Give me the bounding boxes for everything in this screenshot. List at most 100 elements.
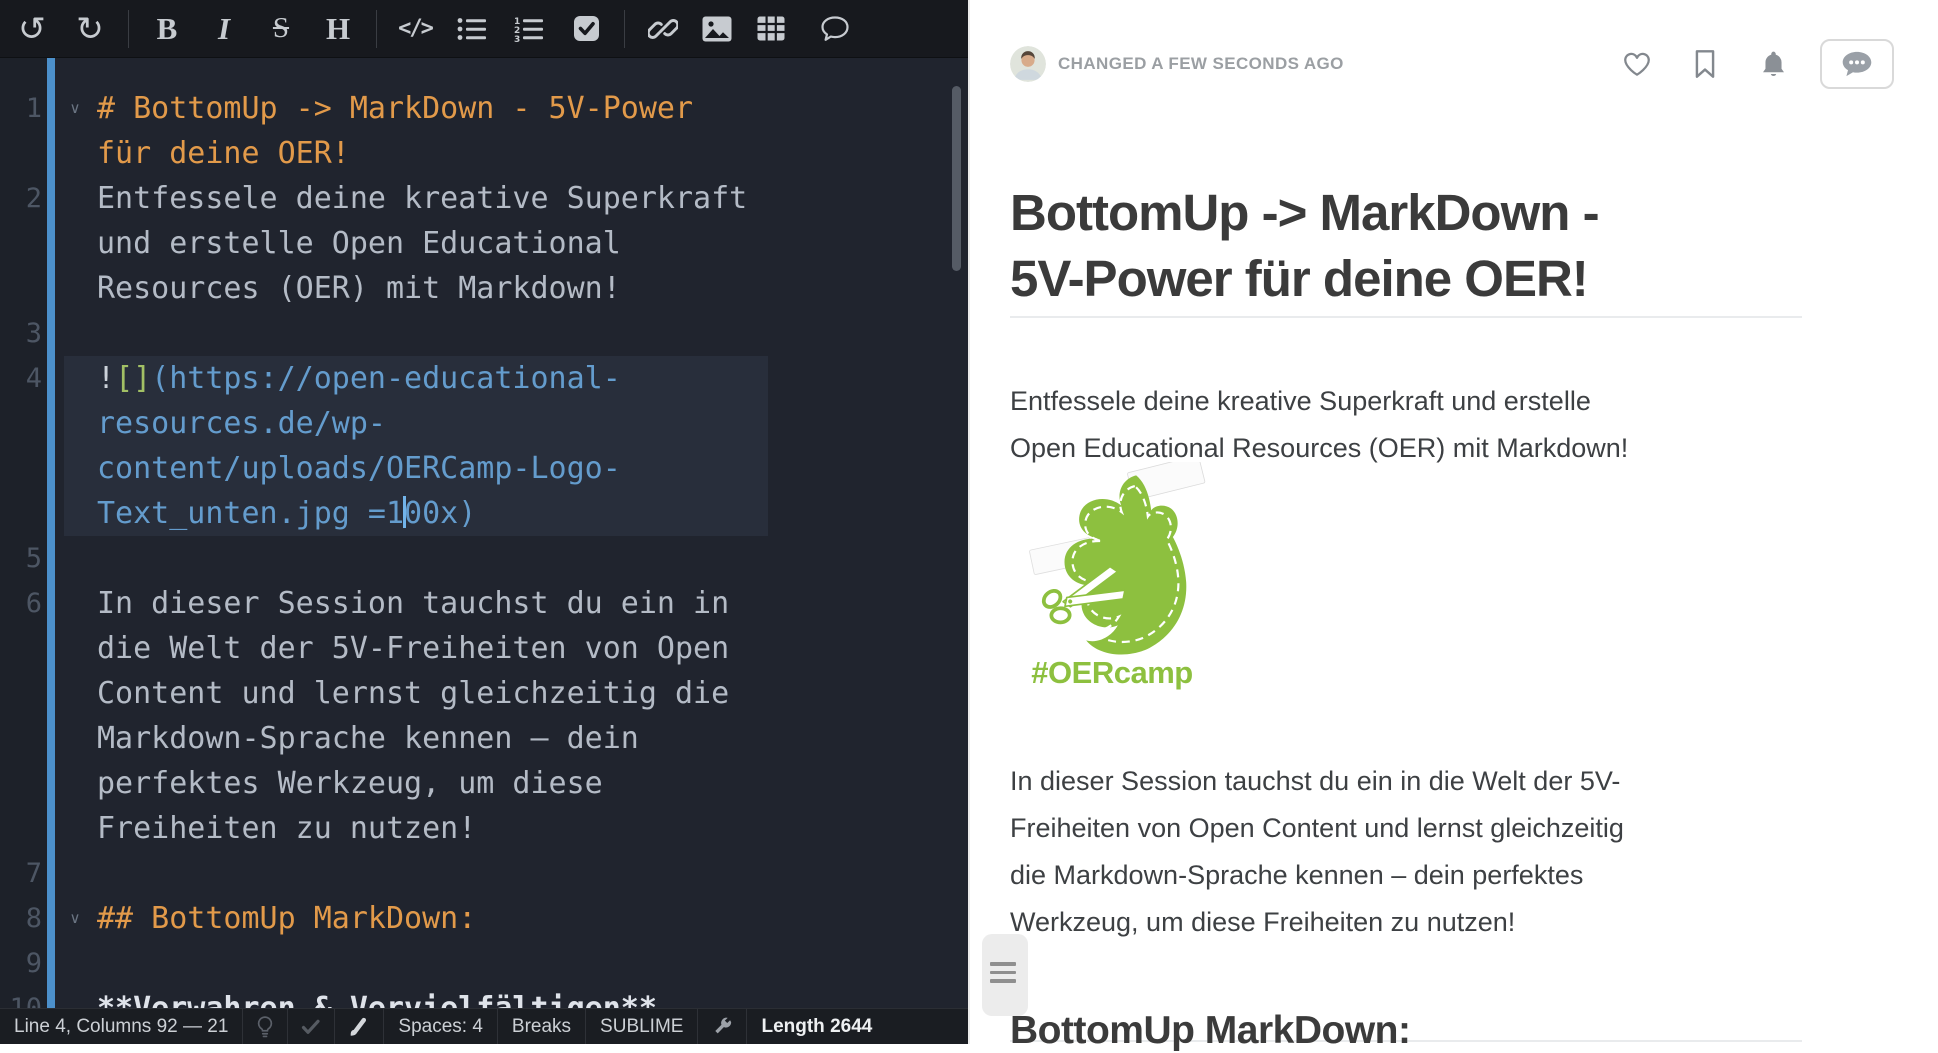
- code-block-icon[interactable]: </>: [393, 7, 437, 51]
- bold-icon[interactable]: B: [145, 7, 189, 51]
- line-number: 3: [0, 311, 44, 356]
- code-text: ![](https://open-educational-: [90, 356, 768, 401]
- fold-gutter: [60, 221, 90, 266]
- code-text: content/uploads/OERCamp-Logo-: [90, 446, 768, 491]
- bookmark-icon[interactable]: [1688, 47, 1722, 81]
- line-number: [0, 491, 44, 536]
- editor-row[interactable]: resources.de/wp-: [0, 401, 968, 446]
- editor-row[interactable]: und erstelle Open Educational: [0, 221, 968, 266]
- lightbulb-icon[interactable]: [243, 1009, 288, 1044]
- fold-chevron-icon[interactable]: ∨: [60, 86, 90, 131]
- editor-row[interactable]: 7: [0, 851, 968, 896]
- check-list-icon[interactable]: [564, 7, 608, 51]
- fold-gutter: [60, 716, 90, 761]
- fold-gutter: [60, 626, 90, 671]
- strikethrough-icon[interactable]: S: [259, 7, 303, 51]
- paintbrush-icon[interactable]: [335, 1009, 384, 1044]
- line-number: [0, 401, 44, 446]
- link-icon[interactable]: [641, 7, 685, 51]
- line-number: 5: [0, 536, 44, 581]
- code-text: perfektes Werkzeug, um diese: [90, 761, 768, 806]
- editor-scrollbar[interactable]: [952, 86, 961, 271]
- line-number: 1: [0, 86, 44, 131]
- editor-row[interactable]: Content und lernst gleichzeitig die: [0, 671, 968, 716]
- line-number: [0, 761, 44, 806]
- editor-row[interactable]: Markdown-Sprache kennen – dein: [0, 716, 968, 761]
- editor-row[interactable]: 4![](https://open-educational-: [0, 356, 968, 401]
- breaks-setting[interactable]: Breaks: [498, 1009, 586, 1044]
- undo-icon[interactable]: ↺: [10, 7, 54, 51]
- code-text: für deine OER!: [90, 131, 768, 176]
- wrench-icon[interactable]: [698, 1009, 747, 1044]
- toc-toggle-handle[interactable]: [982, 934, 1028, 1016]
- code-text: ## BottomUp MarkDown:: [90, 896, 768, 941]
- line-number: 8: [0, 896, 44, 941]
- unordered-list-icon[interactable]: [450, 7, 494, 51]
- line-number: 2: [0, 176, 44, 221]
- italic-icon[interactable]: I: [202, 7, 246, 51]
- fold-gutter: [60, 356, 90, 401]
- fold-chevron-icon[interactable]: ∨: [60, 896, 90, 941]
- line-number: [0, 131, 44, 176]
- ordered-list-icon[interactable]: 123: [507, 7, 551, 51]
- bell-icon[interactable]: [1756, 47, 1790, 81]
- code-text: Content und lernst gleichzeitig die: [90, 671, 768, 716]
- preview-header: CHANGED A FEW SECONDS AGO: [1010, 38, 1894, 90]
- editor-row[interactable]: 9: [0, 941, 968, 986]
- fold-gutter: [60, 986, 90, 1008]
- editor-row[interactable]: 6In dieser Session tauchst du ein in: [0, 581, 968, 626]
- line-number: [0, 266, 44, 311]
- keymap-setting[interactable]: SUBLIME: [586, 1009, 698, 1044]
- code-text: [90, 536, 768, 581]
- editor-row[interactable]: Text_unten.jpg =100x): [0, 491, 968, 536]
- editor-row[interactable]: Freiheiten zu nutzen!: [0, 806, 968, 851]
- code-text: resources.de/wp-: [90, 401, 768, 446]
- editor-row[interactable]: Resources (OER) mit Markdown!: [0, 266, 968, 311]
- toolbar-separator: [376, 10, 377, 48]
- line-number: [0, 446, 44, 491]
- table-icon[interactable]: [749, 7, 793, 51]
- code-text: In dieser Session tauchst du ein in: [90, 581, 768, 626]
- comment-icon[interactable]: [813, 7, 857, 51]
- editor-lines: 1∨# BottomUp -> MarkDown - 5V-Powerfür d…: [0, 86, 968, 1008]
- editor-row[interactable]: 1∨# BottomUp -> MarkDown - 5V-Power: [0, 86, 968, 131]
- line-number: 10: [0, 986, 44, 1008]
- line-number: 9: [0, 941, 44, 986]
- heading-icon[interactable]: H: [316, 7, 360, 51]
- line-number: [0, 221, 44, 266]
- preview-title: BottomUp -> MarkDown - 5V-Power für dein…: [1010, 180, 1830, 312]
- editor-row[interactable]: 8 ∨## BottomUp MarkDown:: [0, 896, 968, 941]
- fold-gutter: [60, 851, 90, 896]
- editor-row[interactable]: perfektes Werkzeug, um diese: [0, 761, 968, 806]
- fold-gutter: [60, 536, 90, 581]
- preview-paragraph-2: In dieser Session tauchst du ein in die …: [1010, 758, 1810, 946]
- editor-row[interactable]: 5: [0, 536, 968, 581]
- avatar[interactable]: [1010, 46, 1046, 82]
- oercamp-logo-caption: #OERcamp: [1012, 655, 1212, 691]
- comments-button[interactable]: [1820, 39, 1894, 89]
- editor-row[interactable]: 2Entfessele deine kreative Superkraft: [0, 176, 968, 221]
- line-number: [0, 806, 44, 851]
- spellcheck-icon[interactable]: [288, 1009, 335, 1044]
- editor-row[interactable]: für deine OER!: [0, 131, 968, 176]
- fold-gutter: [60, 266, 90, 311]
- image-icon[interactable]: [695, 7, 739, 51]
- fold-gutter: [60, 311, 90, 356]
- document-length: Length 2644: [747, 1009, 886, 1044]
- editor-row[interactable]: 3: [0, 311, 968, 356]
- cursor-position: Line 4, Columns 92 — 21: [0, 1009, 243, 1044]
- editor-row[interactable]: content/uploads/OERCamp-Logo-: [0, 446, 968, 491]
- oercamp-logo-image: [1012, 462, 1222, 662]
- fold-gutter: [60, 806, 90, 851]
- editor-row[interactable]: 10**Verwahren & Vervielfältigen**: [0, 986, 968, 1008]
- fold-gutter: [60, 491, 90, 536]
- editor-code-area[interactable]: 1∨# BottomUp -> MarkDown - 5V-Powerfür d…: [0, 58, 968, 1008]
- code-text: die Welt der 5V-Freiheiten von Open: [90, 626, 768, 671]
- editor-toolbar: ↺ ↻ B I S H </> 123: [0, 0, 968, 58]
- editor-row[interactable]: die Welt der 5V-Freiheiten von Open: [0, 626, 968, 671]
- heart-icon[interactable]: [1620, 47, 1654, 81]
- line-number: [0, 671, 44, 716]
- redo-icon[interactable]: ↻: [68, 7, 112, 51]
- spaces-setting[interactable]: Spaces: 4: [384, 1009, 498, 1044]
- toolbar-separator: [128, 10, 129, 48]
